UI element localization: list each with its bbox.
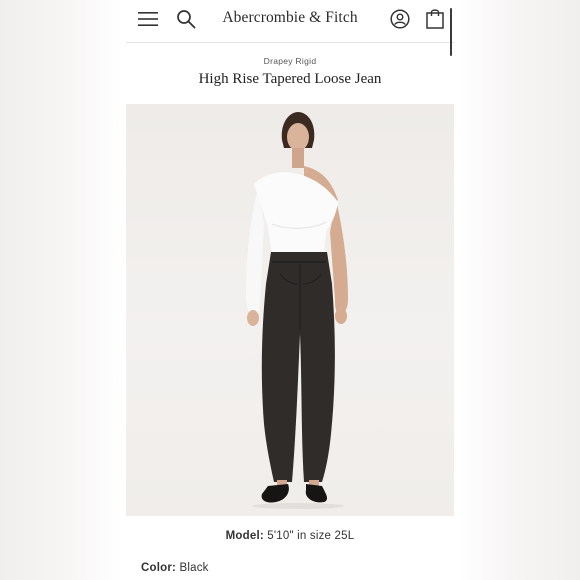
- color-label: Color:: [141, 562, 177, 574]
- model-info: Model: 5'10" in size 25L: [126, 530, 454, 542]
- product-page: Abercrombie & Fitch Drapey Rigid High Ri…: [126, 0, 454, 580]
- product-title: High Rise Tapered Loose Jean: [198, 71, 382, 87]
- search-icon[interactable]: [176, 9, 196, 29]
- product-collection: Drapey Rigid: [263, 56, 317, 66]
- model-value: 5'10" in size 25L: [267, 530, 355, 542]
- account-icon[interactable]: [390, 9, 410, 29]
- shopping-bag-icon[interactable]: [426, 8, 444, 29]
- scrollbar[interactable]: [450, 8, 452, 56]
- brand-logo[interactable]: Abercrombie & Fitch: [216, 9, 364, 27]
- site-header: Abercrombie & Fitch: [126, 0, 454, 43]
- product-image[interactable]: [126, 104, 454, 516]
- color-info: Color: Black: [141, 562, 209, 574]
- model-label: Model:: [225, 530, 264, 542]
- hamburger-menu-icon[interactable]: [138, 11, 158, 27]
- model-photo-illustration: [246, 112, 348, 509]
- color-value: Black: [179, 562, 209, 574]
